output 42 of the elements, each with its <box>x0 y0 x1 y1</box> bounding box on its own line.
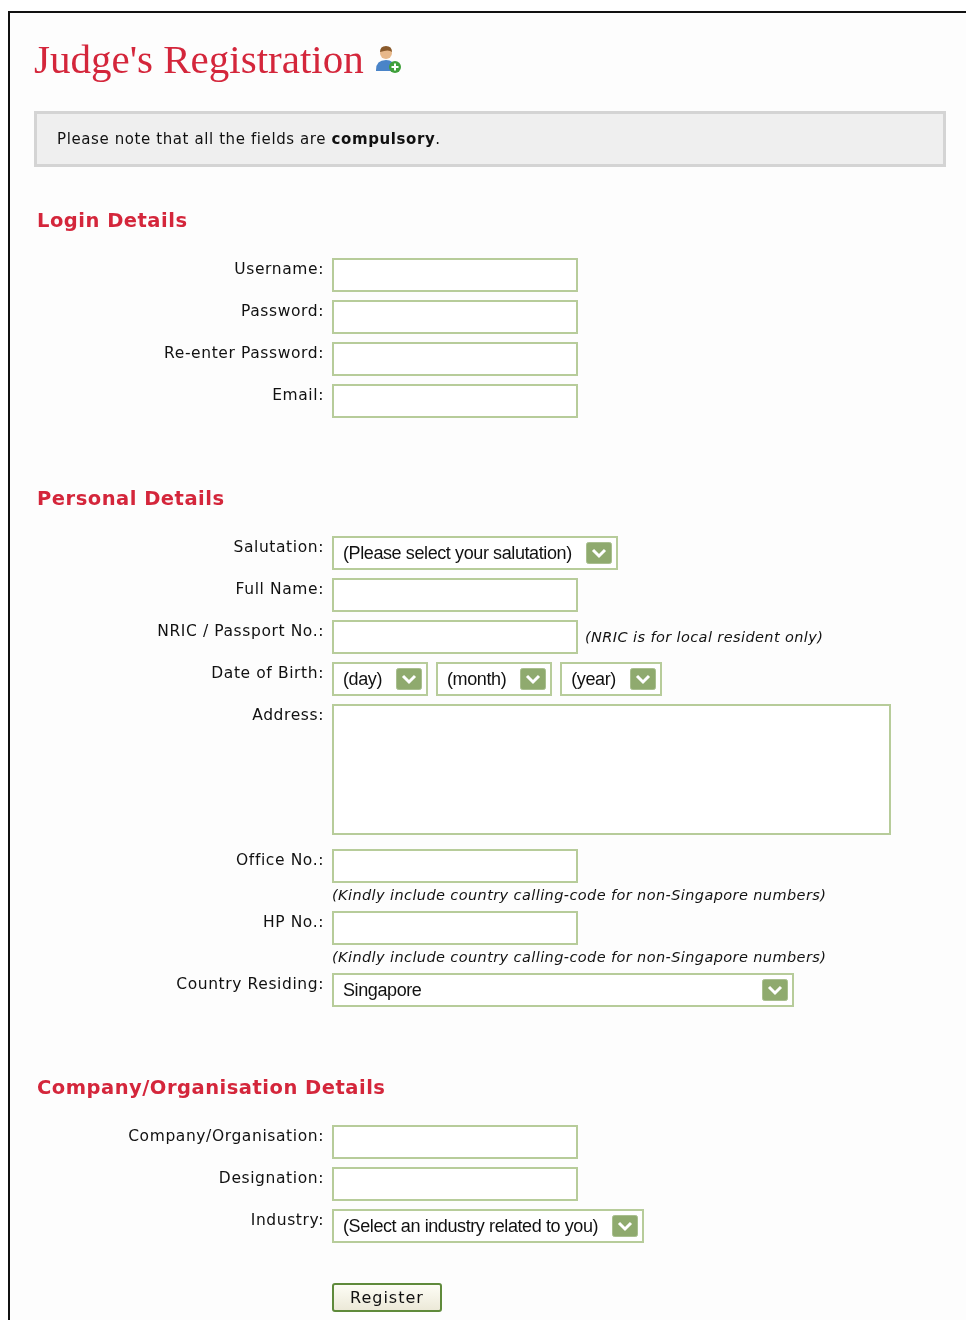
field-label: HP No.: <box>261 912 324 931</box>
field-label: Salutation: <box>232 537 324 556</box>
field-label: Industry: <box>249 1210 324 1229</box>
page-title: Judge's Registration <box>34 35 364 83</box>
dropdown[interactable]: (month) <box>436 662 553 696</box>
text-field[interactable] <box>332 1167 578 1201</box>
field-label: Office No.: <box>235 850 324 869</box>
text-field[interactable] <box>332 849 578 883</box>
field-label: Re-enter Password: <box>163 343 324 362</box>
hint-text: (NRIC is for local resident only) <box>585 629 824 645</box>
text-field[interactable] <box>332 342 578 376</box>
hint-text: (Kindly include country calling-code for non-Singapore numbers) <box>332 949 827 965</box>
text-field[interactable] <box>332 620 578 654</box>
text-field[interactable] <box>332 911 578 945</box>
field-label: Date of Birth: <box>210 663 324 682</box>
dropdown[interactable]: (year) <box>560 662 662 696</box>
text-field[interactable] <box>332 258 578 292</box>
field-label: Country Residing: <box>175 974 324 993</box>
section-heading: Login Details <box>36 209 189 232</box>
section-heading: Personal Details <box>36 487 226 510</box>
field-label: NRIC / Passport No.: <box>156 621 324 640</box>
hint-text: (Kindly include country calling-code for non-Singapore numbers) <box>332 887 827 903</box>
section-heading: Company/Organisation Details <box>36 1076 387 1099</box>
field-label: Password: <box>239 301 324 320</box>
field-label: Designation: <box>217 1168 324 1187</box>
dropdown[interactable]: Singapore <box>332 973 794 1007</box>
address-field[interactable] <box>332 704 891 835</box>
text-field[interactable] <box>332 1125 578 1159</box>
user-add-icon <box>373 44 402 74</box>
field-label: Company/Organisation: <box>127 1126 324 1145</box>
register-button[interactable]: Register <box>332 1283 442 1312</box>
text-field[interactable] <box>332 300 578 334</box>
dropdown[interactable]: (Select an industry related to you) <box>332 1209 645 1243</box>
text-field[interactable] <box>332 578 578 612</box>
field-label: Username: <box>233 259 324 278</box>
field-label: Full Name: <box>234 579 324 598</box>
text-field[interactable] <box>332 384 578 418</box>
dropdown[interactable]: (Please select your salutation) <box>332 536 618 570</box>
notice-text: Please note that all the fields are compulsory. <box>34 111 946 167</box>
field-label: Email: <box>271 385 324 404</box>
dropdown[interactable]: (day) <box>332 662 428 696</box>
field-label: Address: <box>251 705 324 724</box>
